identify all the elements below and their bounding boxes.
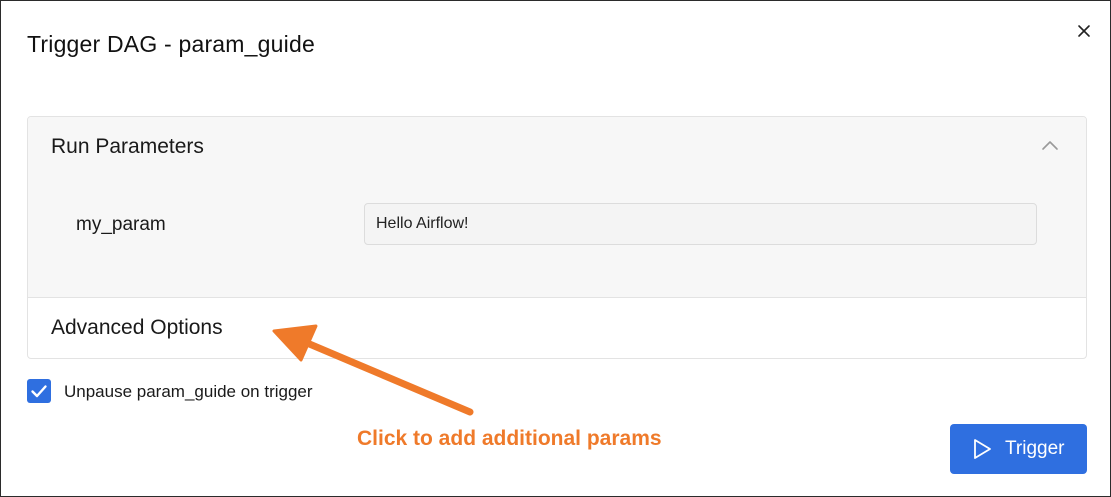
trigger-button-label: Trigger xyxy=(1005,438,1065,459)
params-accordion: Run Parameters my_param Advanced Options xyxy=(27,116,1087,359)
chevron-up-icon[interactable] xyxy=(1041,139,1059,151)
annotation-text: Click to add additional params xyxy=(357,427,662,450)
param-input-my-param[interactable] xyxy=(364,203,1037,245)
trigger-button[interactable]: Trigger xyxy=(950,424,1087,474)
close-icon[interactable] xyxy=(1076,23,1092,39)
unpause-checkbox[interactable] xyxy=(27,379,51,403)
unpause-checkbox-label: Unpause param_guide on trigger xyxy=(64,382,313,401)
play-icon xyxy=(974,439,991,459)
trigger-dag-dialog: Trigger DAG - param_guide Run Parameters… xyxy=(0,0,1111,497)
run-parameters-header[interactable]: Run Parameters xyxy=(51,135,204,159)
param-label-my-param: my_param xyxy=(76,214,166,235)
advanced-options-header[interactable]: Advanced Options xyxy=(51,316,223,340)
run-parameters-section: Run Parameters my_param xyxy=(28,117,1086,298)
dialog-title: Trigger DAG - param_guide xyxy=(27,31,315,57)
